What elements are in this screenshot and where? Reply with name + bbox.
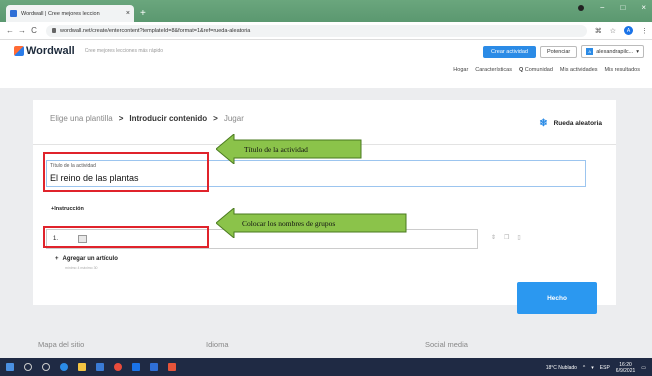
url-text: wordwall.net/create/entercontent?templat… (60, 27, 251, 34)
nav-my-activities[interactable]: Mis actividades (560, 67, 598, 73)
windows-start-icon[interactable] (6, 363, 14, 371)
nav-community-label: Comunidad (524, 67, 553, 73)
callout-items-text: Colocar los nombres de grupos (242, 219, 335, 228)
clock-date: 6/9/2021 (615, 368, 636, 374)
browser-tab-bar: Wordwall | Cree mejores leccion × + − □ … (0, 0, 652, 22)
weather-status[interactable]: 18°C Nublado (546, 365, 577, 371)
file-explorer-icon[interactable] (78, 363, 86, 371)
editor-card: Elige una plantilla > Introducir conteni… (33, 100, 616, 314)
notifications-icon[interactable]: ▭ (641, 365, 646, 371)
highlight-box-item (43, 226, 209, 248)
wordwall-logo[interactable]: Wordwall (14, 45, 75, 57)
mail-icon[interactable] (132, 363, 140, 371)
instruction-toggle[interactable]: +Instrucción (51, 206, 84, 212)
minimize-button[interactable]: − (600, 3, 605, 12)
footer-social[interactable]: Social media (425, 340, 468, 349)
close-window-button[interactable]: × (641, 3, 646, 12)
nav-community[interactable]: Q Comunidad (519, 67, 553, 73)
nav-my-results[interactable]: Mis resultados (605, 67, 640, 73)
clock[interactable]: 16:20 6/9/2021 (616, 362, 635, 374)
logo-text: Wordwall (26, 45, 75, 57)
extension-icon[interactable] (577, 5, 584, 11)
template-name: Rueda aleatoria (553, 120, 602, 127)
menu-icon[interactable]: ⋮ (641, 27, 648, 35)
site-header: Wordwall Cree mejores lecciones más rápi… (0, 40, 652, 62)
chevron-down-icon: ▾ (636, 48, 639, 55)
highlight-box-title (43, 152, 209, 192)
task-view-icon[interactable] (42, 363, 50, 371)
chevron-up-icon[interactable]: ^ (583, 365, 585, 371)
footer-language[interactable]: Idioma (206, 340, 229, 349)
step-choose-template[interactable]: Elige una plantilla (50, 114, 113, 123)
step-enter-content: Introducir contenido (129, 114, 208, 123)
reload-icon[interactable]: C (28, 26, 40, 35)
browser-tab[interactable]: Wordwall | Cree mejores leccion × (6, 5, 134, 22)
callout-arrow-items: Colocar los nombres de grupos (216, 208, 407, 238)
random-wheel-icon: ❄ (539, 118, 548, 129)
main-nav: Hogar Características Q Comunidad Mis ac… (453, 67, 640, 73)
create-activity-button[interactable]: Crear actividad (482, 45, 536, 58)
step-arrow: > (118, 114, 124, 123)
word-icon[interactable] (150, 363, 158, 371)
tab-close-icon[interactable]: × (126, 10, 130, 17)
nav-features[interactable]: Características (475, 67, 512, 73)
url-field[interactable]: wordwall.net/create/entercontent?templat… (46, 24, 587, 37)
nav-home[interactable]: Hogar (453, 67, 468, 73)
footer: Mapa del sitio Idioma Social media (0, 334, 652, 358)
chrome-icon[interactable] (114, 363, 122, 371)
network-icon[interactable]: ▾ (591, 365, 594, 371)
user-name: alexandrapilc... (596, 48, 634, 55)
windows-taskbar: 18°C Nublado ^ ▾ ESP 16:20 6/9/2021 ▭ (0, 358, 652, 376)
window-controls: − □ × (577, 3, 646, 12)
delete-icon[interactable]: ▯ (517, 234, 520, 241)
step-arrow: > (213, 114, 218, 123)
template-indicator[interactable]: ❄ Rueda aleatoria (539, 118, 602, 129)
maximize-button[interactable]: □ (620, 3, 625, 12)
powerpoint-icon[interactable] (168, 363, 176, 371)
star-icon[interactable]: ☆ (610, 27, 616, 35)
logo-mark-icon (14, 46, 24, 56)
new-tab-button[interactable]: + (140, 8, 146, 19)
search-icon[interactable] (24, 363, 32, 371)
store-icon[interactable] (96, 363, 104, 371)
breadcrumb: Elige una plantilla > Introducir conteni… (50, 114, 244, 123)
callout-arrow-title: Título de la actividad (216, 134, 362, 164)
profile-avatar[interactable]: A (624, 26, 633, 35)
add-item-label: Agregar un artículo (62, 256, 118, 262)
main-area: Elige una plantilla > Introducir conteni… (0, 88, 652, 334)
done-button[interactable]: Hecho (517, 282, 597, 314)
step-play: Jugar (223, 114, 244, 123)
forward-icon[interactable]: → (16, 26, 28, 35)
tagline: Cree mejores lecciones más rápido (84, 48, 164, 54)
wordwall-favicon-icon (10, 10, 17, 17)
add-item-button[interactable]: + Agregar un artículo (55, 256, 118, 262)
language-indicator[interactable]: ESP (600, 365, 610, 371)
instruction-label: Instrucción (54, 206, 84, 212)
user-avatar: A (586, 48, 594, 55)
lock-icon (52, 28, 56, 33)
footer-sitemap[interactable]: Mapa del sitio (38, 340, 84, 349)
copy-icon[interactable]: ❐ (504, 234, 509, 241)
drag-handle-icon[interactable]: ⇕ (491, 234, 496, 241)
system-tray: 18°C Nublado ^ ▾ ESP 16:20 6/9/2021 ▭ (546, 362, 646, 374)
plus-icon: + (55, 256, 59, 262)
translate-icon[interactable]: ⌘ (595, 27, 602, 35)
callout-title-text: Título de la actividad (244, 145, 308, 154)
back-icon[interactable]: ← (4, 26, 16, 35)
row-actions: ⇕ ❐ ▯ (491, 234, 521, 241)
address-bar-row: ← → C wordwall.net/create/entercontent?t… (0, 22, 652, 40)
tab-title: Wordwall | Cree mejores leccion (21, 10, 100, 17)
upgrade-button[interactable]: Potenciar (539, 45, 578, 58)
search-icon: Q (518, 67, 524, 73)
min-max-hint: mínimo 4 máximo 30 (65, 266, 98, 270)
user-menu-button[interactable]: A alexandrapilc... ▾ (581, 45, 644, 58)
edge-icon[interactable] (60, 363, 68, 371)
